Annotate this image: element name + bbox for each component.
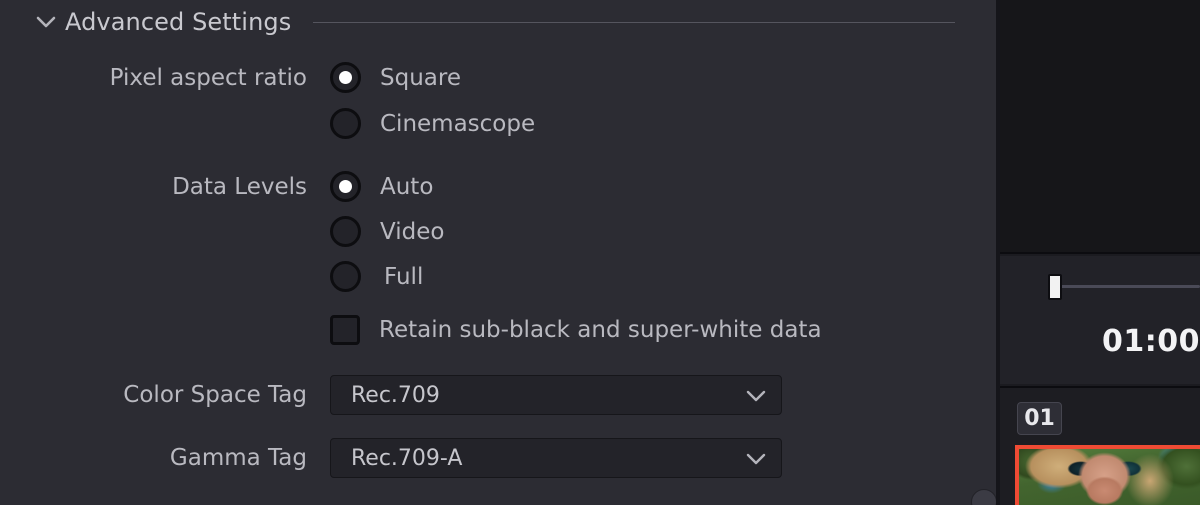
data-levels-row: Data Levels Auto [0,171,996,202]
retain-subblack-label: Retain sub-black and super-white data [379,317,822,343]
color-space-tag-row: Color Space Tag Rec.709 [0,375,996,415]
timecode-display: 01:00 [1000,324,1200,359]
data-levels-row-2: Video [0,216,996,247]
chevron-down-icon [745,389,767,402]
radio-auto[interactable] [330,171,361,202]
radio-full-label: Full [384,264,423,290]
radio-auto-label: Auto [380,174,433,200]
pixel-aspect-ratio-option-square[interactable]: Square [330,62,461,93]
chevron-down-icon[interactable] [33,9,59,35]
section-title: Advanced Settings [65,8,291,36]
radio-cinemascope[interactable] [330,108,361,139]
gamma-tag-row: Gamma Tag Rec.709-A [0,438,996,478]
radio-video-label: Video [380,219,444,245]
pixel-aspect-ratio-row-2: Cinemascope [0,108,996,139]
retain-subblack-checkbox-group[interactable]: Retain sub-black and super-white data [330,315,822,345]
advanced-settings-panel: Advanced Settings Pixel aspect ratio Squ… [0,0,996,505]
radio-square[interactable] [330,62,361,93]
video-viewer[interactable] [1000,0,1200,254]
timeline-clip[interactable] [1015,445,1200,505]
gamma-tag-label: Gamma Tag [0,445,307,471]
timeline-track-area: 01 [1000,386,1200,505]
chevron-down-icon [745,452,767,465]
data-levels-row-3: Full [0,261,996,292]
scrubber-area: 01:00 [1000,256,1200,384]
radio-full[interactable] [330,261,361,292]
retain-subblack-checkbox[interactable] [330,315,360,345]
radio-square-label: Square [380,65,461,91]
radio-cinemascope-label: Cinemascope [380,111,535,137]
color-space-tag-dropdown[interactable]: Rec.709 [330,375,782,415]
pixel-aspect-ratio-label: Pixel aspect ratio [0,65,307,91]
gamma-tag-value: Rec.709-A [351,446,462,471]
data-levels-label: Data Levels [0,174,307,200]
advanced-settings-header: Advanced Settings [0,5,996,39]
data-levels-option-auto[interactable]: Auto [330,171,433,202]
pixel-aspect-ratio-row: Pixel aspect ratio Square [0,62,996,93]
scrubber-track[interactable] [1055,285,1200,288]
radio-video[interactable] [330,216,361,247]
clip-thumbnail-image [1019,449,1200,505]
header-divider-rule [313,22,955,23]
data-levels-option-video[interactable]: Video [330,216,444,247]
color-space-tag-control[interactable]: Rec.709 [330,375,782,415]
pixel-aspect-ratio-option-cinemascope[interactable]: Cinemascope [330,108,535,139]
gamma-tag-control[interactable]: Rec.709-A [330,438,782,478]
track-number-badge[interactable]: 01 [1017,402,1062,435]
data-levels-option-full[interactable]: Full [330,261,423,292]
davinci-resolve-settings-screen: Advanced Settings Pixel aspect ratio Squ… [0,0,1200,505]
retain-subblack-row: Retain sub-black and super-white data [0,315,996,345]
color-space-tag-label: Color Space Tag [0,382,307,408]
timeline-viewer-panel: 01:00 01 [1000,0,1200,505]
playhead-handle[interactable] [1048,274,1062,300]
panel-scroll-knob[interactable] [971,489,996,505]
gamma-tag-dropdown[interactable]: Rec.709-A [330,438,782,478]
color-space-tag-value: Rec.709 [351,383,440,408]
